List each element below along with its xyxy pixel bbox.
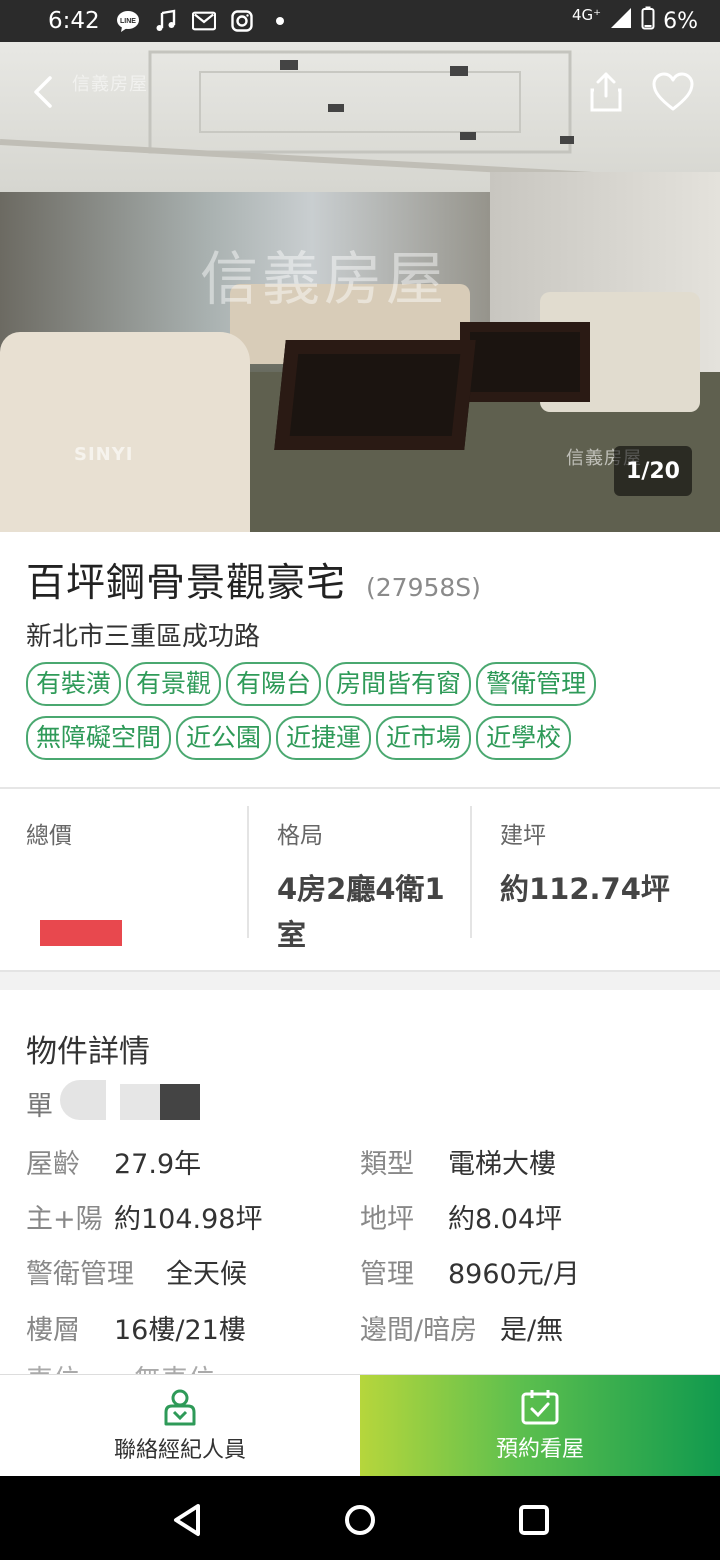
redaction-mask bbox=[160, 1084, 200, 1120]
redacted-price bbox=[40, 920, 122, 946]
watermark-logo: 信義房屋 bbox=[72, 74, 148, 95]
divider bbox=[0, 787, 720, 789]
gmail-icon bbox=[191, 9, 216, 33]
key-stats: 總價 格局 4房2廳4衛1室 建坪 約112.74坪 bbox=[0, 806, 720, 952]
area-value: 約112.74坪 bbox=[500, 872, 670, 906]
section-gap bbox=[0, 970, 720, 990]
detail-value: 約104.98坪 bbox=[114, 1204, 263, 1235]
book-viewing-label: 預約看屋 bbox=[495, 1437, 584, 1462]
stat-area: 建坪 約112.74坪 bbox=[470, 806, 720, 938]
back-button[interactable] bbox=[22, 70, 66, 114]
detail-label: 管理 bbox=[360, 1259, 414, 1290]
photo-ceiling bbox=[0, 42, 720, 192]
detail-value: 全天候 bbox=[166, 1259, 247, 1290]
contact-agent-button[interactable]: 聯絡經紀人員 bbox=[0, 1375, 360, 1477]
detail-value: 電梯大樓 bbox=[448, 1149, 556, 1180]
watermark-logo: 信義房屋 bbox=[200, 245, 449, 313]
book-viewing-button[interactable]: 預約看屋 bbox=[360, 1375, 720, 1477]
battery-icon bbox=[641, 6, 655, 36]
share-icon bbox=[590, 72, 622, 112]
detail-label: 屋齡 bbox=[26, 1149, 80, 1180]
feature-tag: 無障礙空間 bbox=[26, 716, 172, 760]
redaction-mask bbox=[60, 1080, 106, 1120]
nav-back-button[interactable] bbox=[168, 1500, 208, 1540]
redaction-mask bbox=[120, 1084, 160, 1120]
status-bar: 6:42 LINE 4G⁺ 6% bbox=[0, 0, 720, 42]
total-price-label: 總價 bbox=[26, 823, 72, 849]
detail-label: 邊間/暗房 bbox=[360, 1315, 478, 1346]
photo-table bbox=[460, 322, 590, 402]
feature-tag: 近公園 bbox=[176, 716, 272, 760]
music-note-icon bbox=[154, 9, 178, 33]
nav-recents-button[interactable] bbox=[514, 1500, 554, 1540]
detail-value: 是/無 bbox=[500, 1315, 564, 1346]
notification-dot-icon bbox=[268, 9, 292, 33]
share-button[interactable] bbox=[584, 70, 628, 114]
detail-label: 主+陽 bbox=[26, 1204, 103, 1235]
status-time: 6:42 bbox=[48, 8, 100, 34]
detail-value: 27.9年 bbox=[114, 1149, 202, 1180]
detail-label: 警衛管理 bbox=[26, 1259, 134, 1290]
calendar-check-icon bbox=[521, 1390, 559, 1425]
line-icon: LINE bbox=[116, 9, 140, 33]
ceiling-detail bbox=[0, 50, 720, 185]
contact-agent-label: 聯絡經紀人員 bbox=[113, 1438, 246, 1463]
detail-value: 8960元/月 bbox=[448, 1259, 580, 1290]
detail-value: 約8.04坪 bbox=[448, 1204, 563, 1235]
area-label: 建坪 bbox=[500, 823, 546, 849]
feature-tag: 有陽台 bbox=[226, 662, 322, 706]
unit-price-label: 單 bbox=[26, 1091, 53, 1122]
svg-text:LINE: LINE bbox=[120, 18, 136, 25]
unit-price-row: 單 bbox=[26, 1080, 200, 1122]
system-nav-bar bbox=[0, 1476, 720, 1560]
photo-table bbox=[274, 340, 476, 450]
layout-value: 4房2廳4衛1室 bbox=[277, 872, 445, 952]
watermark-logo: SINYI bbox=[74, 444, 134, 465]
listing-address: 新北市三重區成功路 bbox=[26, 622, 261, 652]
nav-home-button[interactable] bbox=[340, 1500, 380, 1540]
feature-tag: 有裝潢 bbox=[26, 662, 122, 706]
detail-label: 類型 bbox=[360, 1149, 414, 1180]
triangle-back-icon bbox=[174, 1504, 200, 1536]
detail-row-partial: 車位 無車位 bbox=[26, 1358, 215, 1374]
listing-title: 百坪鋼骨景觀豪宅 bbox=[26, 561, 347, 606]
photo-counter: 1/20 bbox=[614, 446, 692, 496]
photo-gallery[interactable]: 信義房屋 信義房屋 SINYI 信義房屋 1/20 bbox=[0, 42, 720, 532]
instagram-icon bbox=[230, 9, 254, 33]
feature-tag: 近學校 bbox=[476, 716, 572, 760]
battery-percent: 6% bbox=[663, 8, 698, 34]
feature-tag: 近市場 bbox=[376, 716, 472, 760]
feature-tag: 近捷運 bbox=[276, 716, 372, 760]
network-type: 4G⁺ bbox=[572, 6, 602, 24]
circle-home-icon bbox=[345, 1505, 375, 1535]
bottom-action-bar: 聯絡經紀人員 預約看屋 bbox=[0, 1374, 720, 1477]
listing-header: 百坪鋼骨景觀豪宅 (27958S) 新北市三重區成功路 bbox=[26, 552, 706, 653]
back-arrow-icon bbox=[34, 76, 52, 108]
photo-sofa bbox=[0, 332, 250, 532]
details-title: 物件詳情 bbox=[26, 1034, 150, 1070]
listing-code: (27958S) bbox=[366, 573, 481, 602]
feature-tag: 房間皆有窗 bbox=[326, 662, 472, 706]
stat-layout: 格局 4房2廳4衛1室 bbox=[247, 806, 469, 952]
favorite-button[interactable] bbox=[650, 70, 696, 114]
heart-icon bbox=[652, 72, 694, 111]
detail-label: 地坪 bbox=[360, 1204, 414, 1235]
layout-label: 格局 bbox=[277, 823, 323, 849]
signal-icon bbox=[609, 6, 633, 36]
square-recents-icon bbox=[519, 1505, 549, 1535]
feature-tag: 有景觀 bbox=[126, 662, 222, 706]
agent-icon bbox=[164, 1389, 196, 1426]
detail-label: 樓層 bbox=[26, 1315, 80, 1346]
feature-tags: 有裝潢 有景觀 有陽台 房間皆有窗 警衛管理 無障礙空間 近公園 近捷運 近市場… bbox=[26, 662, 716, 760]
stat-total-price: 總價 bbox=[26, 806, 246, 938]
feature-tag: 警衛管理 bbox=[476, 662, 597, 706]
detail-value: 16樓/21樓 bbox=[114, 1315, 246, 1346]
